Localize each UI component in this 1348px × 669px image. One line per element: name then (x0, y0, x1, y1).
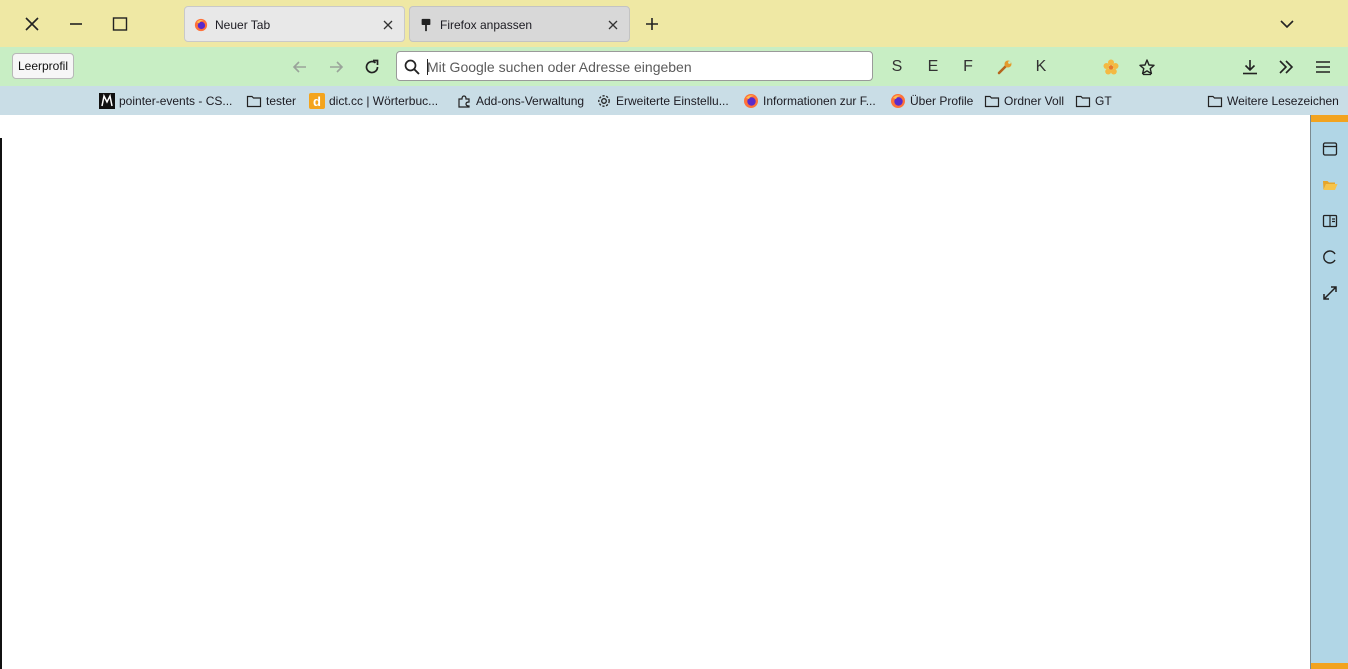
close-icon (608, 20, 618, 30)
bookmark-label: pointer-events - CS... (119, 93, 233, 108)
bookmark-folder[interactable]: GT (1075, 92, 1112, 109)
content-edge-line (0, 138, 2, 669)
close-window-button[interactable] (18, 10, 46, 38)
hamburger-menu-icon (1316, 61, 1330, 73)
other-bookmarks-folder[interactable]: Weitere Lesezeichen (1207, 92, 1339, 109)
tab-title: Neuer Tab (215, 18, 271, 32)
bookmark-star-button[interactable] (1135, 55, 1159, 79)
bookmark-folder[interactable]: tester (246, 92, 296, 109)
bookmark-label: Weitere Lesezeichen (1227, 93, 1339, 108)
url-bar[interactable] (396, 51, 873, 81)
maximize-window-button[interactable] (106, 10, 134, 38)
arrow-left-icon (292, 61, 306, 73)
search-icon (404, 59, 420, 75)
bookmark-label: Informationen zur F... (763, 93, 876, 108)
bookmark-label: tester (266, 93, 297, 108)
bookmark-item[interactable]: Über Profile (890, 92, 973, 109)
firefox-icon (890, 93, 906, 109)
star-icon (1139, 59, 1155, 76)
chevron-down-icon (1280, 20, 1294, 29)
bookmark-label: Über Profile (910, 93, 974, 108)
minimize-icon (70, 23, 82, 25)
toolbar-button-s[interactable]: S (886, 55, 908, 79)
extension-button[interactable] (1099, 55, 1123, 79)
toolbar-button-e[interactable]: E (922, 55, 944, 79)
close-icon (383, 20, 393, 30)
folder-icon (984, 93, 1000, 109)
forward-button[interactable] (324, 55, 348, 79)
sidebar-window-icon (1322, 142, 1338, 156)
firefox-icon (743, 93, 759, 109)
app-menu-button[interactable] (1311, 55, 1335, 79)
back-button[interactable] (288, 55, 312, 79)
sidebar-reader-button[interactable] (1320, 211, 1340, 231)
sidebar-reload-button[interactable] (1320, 247, 1340, 267)
bookmark-label: GT (1095, 93, 1112, 108)
tab-close-button[interactable] (380, 17, 396, 33)
expand-diagonal-icon (1323, 286, 1337, 300)
bookmark-label: Erweiterte Einstellu... (616, 93, 729, 108)
plus-icon (646, 18, 658, 30)
bookmark-label: Add-ons-Verwaltung (476, 93, 585, 108)
text-caret (427, 59, 428, 75)
browser-window: Neuer Tab Firefox anpassen Leerprofil Mi… (0, 0, 1348, 669)
reader-view-icon (1322, 214, 1338, 228)
close-icon (25, 17, 39, 31)
folder-icon (1075, 93, 1091, 109)
url-input[interactable] (427, 56, 857, 78)
bookmark-folder[interactable]: Ordner Voll (984, 92, 1064, 109)
bookmark-item[interactable]: Informationen zur F... (743, 92, 876, 109)
tab-firefox-anpassen[interactable]: Firefox anpassen (409, 6, 630, 42)
navigation-toolbar: Leerprofil S E F K (0, 47, 1348, 86)
tab-bar: Neuer Tab Firefox anpassen (0, 0, 1348, 47)
sidebar (1310, 115, 1348, 669)
sidebar-accent-stripe (1311, 115, 1348, 122)
double-chevron-right-icon (1279, 60, 1294, 74)
arrow-right-icon (330, 61, 344, 73)
profile-button[interactable]: Leerprofil (12, 53, 74, 79)
paintbrush-icon (421, 18, 431, 32)
bookmark-item[interactable]: pointer-events - CS... (99, 92, 232, 109)
firefox-icon (194, 18, 208, 32)
bookmark-label: Ordner Voll (1004, 93, 1065, 108)
puzzle-icon (456, 93, 472, 109)
overflow-menu-button[interactable] (1274, 55, 1298, 79)
toolbar-button-f[interactable]: F (957, 55, 979, 79)
bookmark-item[interactable]: Erweiterte Einstellu... (596, 92, 729, 109)
reload-button[interactable] (360, 55, 384, 79)
new-tab-button[interactable] (638, 10, 666, 38)
folder-icon (246, 93, 262, 109)
reload-icon (365, 59, 379, 74)
developer-tools-button[interactable] (993, 55, 1017, 79)
gear-icon (596, 93, 612, 109)
minimize-window-button[interactable] (62, 10, 90, 38)
tab-title: Firefox anpassen (440, 18, 533, 32)
list-all-tabs-button[interactable] (1273, 10, 1301, 38)
tab-neuer-tab[interactable]: Neuer Tab (184, 6, 405, 42)
sidebar-expand-button[interactable] (1320, 283, 1340, 303)
bookmark-label: dict.cc | Wörterbuc... (329, 93, 439, 108)
bookmark-item[interactable]: d dict.cc | Wörterbuc... (309, 92, 438, 109)
sidebar-panel-button[interactable] (1320, 139, 1340, 159)
mdn-icon (99, 92, 115, 109)
folder-open-icon (1323, 181, 1338, 190)
svg-text:d: d (313, 94, 321, 109)
bookmarks-toolbar: pointer-events - CS... tester d dict.cc … (0, 86, 1348, 115)
dictcc-icon: d (309, 92, 325, 109)
maximize-icon (112, 17, 128, 31)
page-content-area[interactable] (0, 115, 1310, 669)
wrench-icon (997, 60, 1012, 75)
circle-arrow-icon (1323, 250, 1336, 264)
downloads-button[interactable] (1238, 55, 1262, 79)
bookmark-item[interactable]: Add-ons-Verwaltung (456, 92, 584, 109)
sidebar-folder-button[interactable] (1320, 175, 1340, 195)
flower-icon (1103, 59, 1119, 75)
sidebar-accent-stripe (1311, 663, 1348, 669)
tab-close-button[interactable] (605, 17, 621, 33)
folder-icon (1207, 93, 1223, 109)
toolbar-button-k[interactable]: K (1030, 55, 1052, 79)
download-icon (1243, 60, 1257, 75)
